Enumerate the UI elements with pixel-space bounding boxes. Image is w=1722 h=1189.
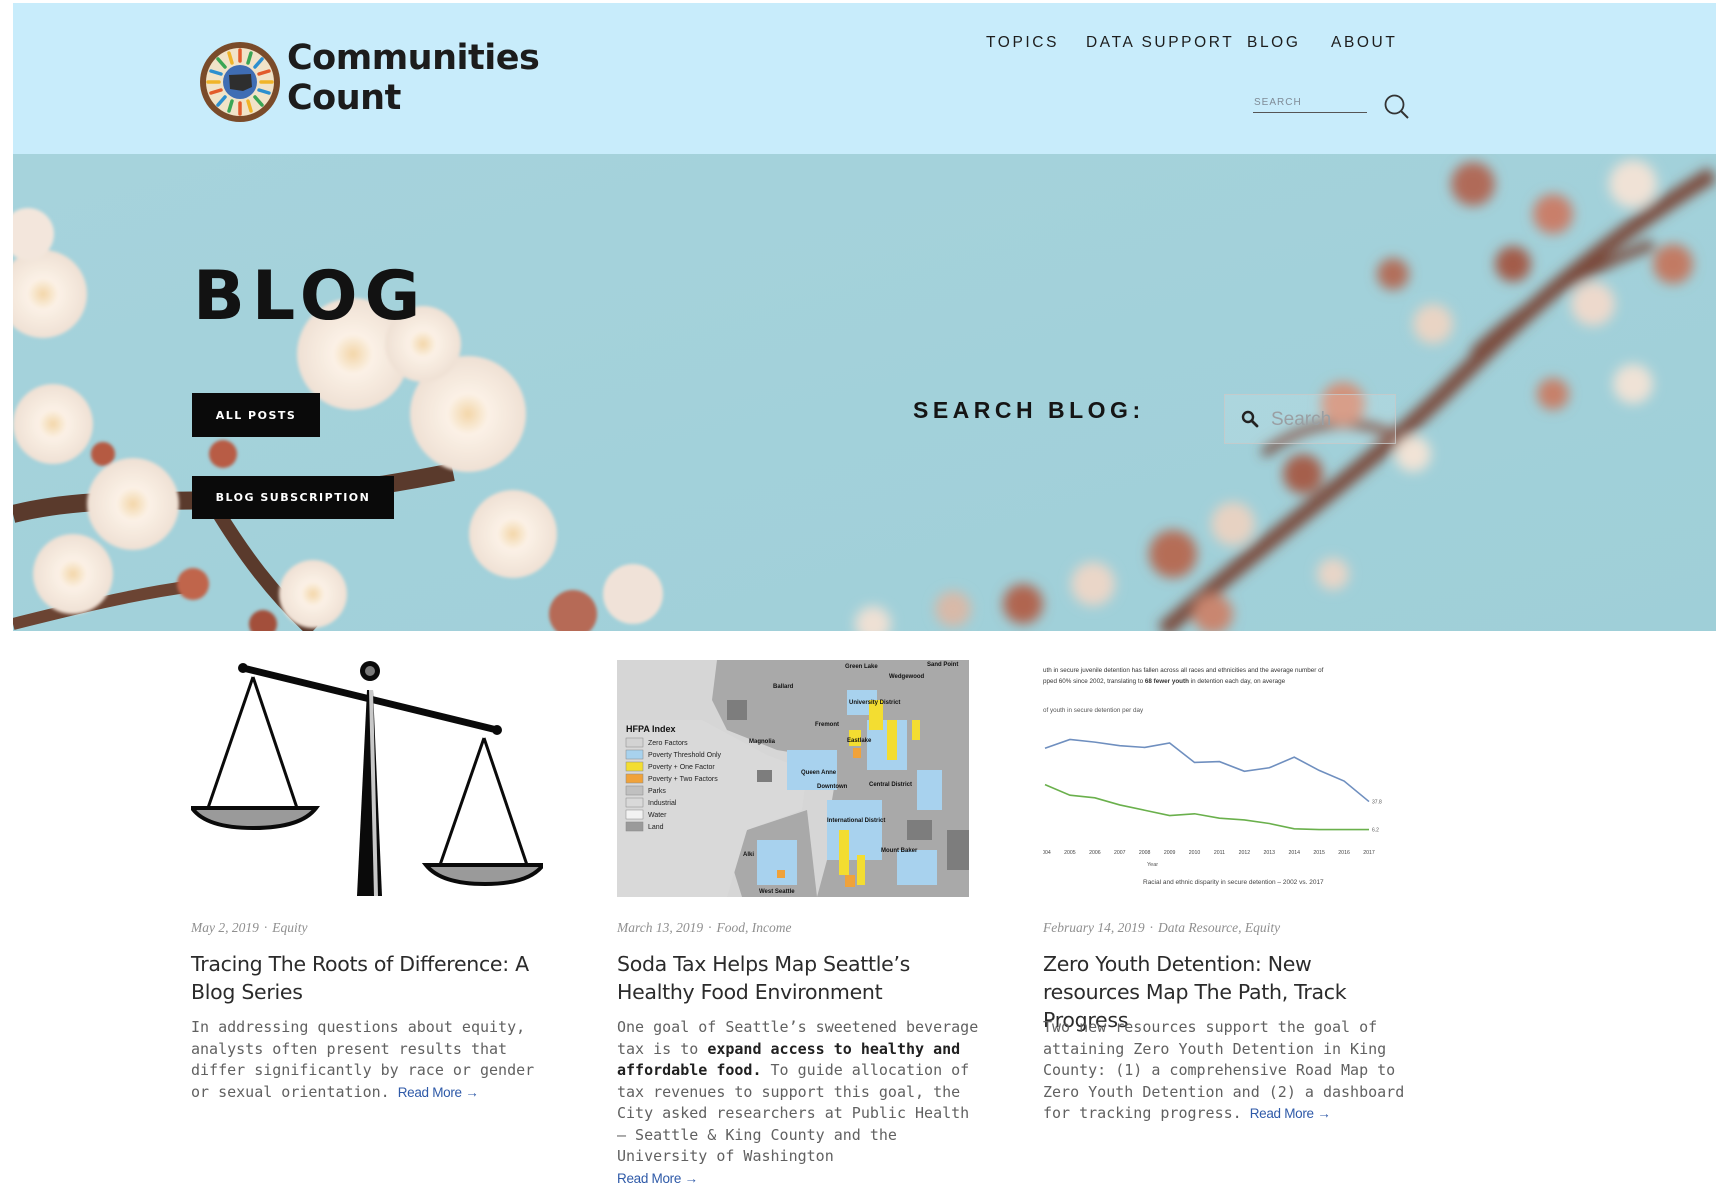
chart-caption-2: pped 60% since 2002, translating to 68 f… [1043, 678, 1286, 685]
seattle-food-map-image[interactable]: HFPA Index Zero Factors Poverty Threshol… [617, 660, 969, 897]
x-tick-label: 2006 [1089, 850, 1101, 856]
post-date: March 13, 2019 [617, 920, 704, 935]
logo-emblem-icon [200, 42, 280, 122]
post-title[interactable]: Soda Tax Helps Map Seattle’s Healthy Foo… [617, 950, 987, 1006]
post-categories[interactable]: Equity [272, 920, 307, 935]
nav-topics[interactable]: TOPICS [986, 34, 1059, 52]
post-meta: February 14, 2019 · Data Resource, Equity [1043, 920, 1280, 936]
header-search-input[interactable] [1253, 92, 1367, 113]
post-meta: May 2, 2019 · Equity [191, 920, 308, 936]
map-place-label: Green Lake [845, 664, 878, 670]
map-place-label: International District [827, 818, 885, 824]
map-place-label: Alki [743, 852, 754, 858]
x-tick-label: 2012 [1239, 850, 1251, 856]
magnifier-icon [1241, 410, 1259, 428]
legend-item: Parks [648, 788, 666, 795]
x-tick-label: 2007 [1114, 850, 1126, 856]
post-meta: March 13, 2019 · Food, Income [617, 920, 791, 936]
x-tick-label: 2005 [1064, 850, 1076, 856]
x-tick-label: 2014 [1288, 850, 1300, 856]
header-search [1253, 90, 1410, 122]
logo-line-2: Count [287, 78, 401, 118]
site-logo[interactable]: Communities Count [199, 38, 540, 128]
map-place-label: Downtown [817, 784, 848, 790]
legend-item: Zero Factors [648, 740, 688, 747]
legend-item: Poverty Threshold Only [648, 752, 722, 759]
blog-search-input[interactable] [1269, 405, 1393, 435]
chart-caption-1: uth in secure juvenile detention has fal… [1043, 667, 1324, 674]
x-tick-label: 2009 [1164, 850, 1176, 856]
hero-banner: BLOG ALL POSTS BLOG SUBSCRIPTION SEARCH … [13, 154, 1716, 631]
map-place-label: Fremont [815, 722, 839, 728]
read-more-link[interactable]: Read More → [398, 1085, 479, 1100]
post-date: February 14, 2019 [1043, 920, 1145, 935]
map-place-label: Wedgewood [889, 674, 925, 680]
map-place-label: Queen Anne [801, 770, 837, 776]
caption-part: in detention each day, on average [1189, 678, 1286, 685]
x-tick-label: 2015 [1313, 850, 1325, 856]
map-place-label: Eastlake [847, 738, 872, 744]
search-icon[interactable] [1383, 93, 1411, 121]
meta-separator: · [708, 920, 712, 935]
excerpt-text: In addressing questions about equity, an… [191, 1018, 535, 1101]
legend-item: Poverty + Two Factors [648, 776, 718, 783]
post-title[interactable]: Tracing The Roots of Difference: A Blog … [191, 950, 561, 1006]
map-place-label: West Seattle [759, 889, 795, 895]
read-more-link[interactable]: Read More → [617, 1171, 698, 1186]
meta-separator: · [263, 920, 268, 935]
x-tick-label: 2008 [1139, 850, 1151, 856]
meta-separator: · [1149, 920, 1153, 935]
x-tick-label: 2016 [1338, 850, 1350, 856]
post-excerpt: Two new resources support the goal of at… [1043, 1017, 1413, 1125]
series-end-label: 37.8 [1372, 800, 1382, 806]
logo-line-1: Communities [287, 38, 540, 78]
excerpt-text: Two new resources support the goal of at… [1043, 1018, 1405, 1122]
x-tick-label: 2017 [1363, 850, 1375, 856]
map-place-label: Central District [869, 782, 912, 788]
x-tick-label: 2010 [1189, 850, 1201, 856]
map-place-label: University District [849, 700, 900, 706]
legend-item: Land [648, 824, 664, 831]
legend-item: Poverty + One Factor [648, 764, 715, 771]
map-place-label: Magnolia [749, 739, 776, 745]
map-place-label: Mount Baker [881, 848, 918, 854]
caption-bold: 68 fewer youth [1145, 678, 1189, 685]
youth-detention-chart[interactable]: uth in secure juvenile detention has fal… [1043, 660, 1395, 897]
post-date: May 2, 2019 [191, 920, 259, 935]
chart-footer: Racial and ethnic disparity in secure de… [1143, 879, 1324, 886]
map-legend-title: HFPA Index [626, 724, 676, 734]
blog-search-box [1224, 394, 1396, 444]
nav-about[interactable]: ABOUT [1331, 34, 1397, 52]
post-excerpt: In addressing questions about equity, an… [191, 1017, 561, 1103]
chart-xlabel: Year [1147, 862, 1158, 868]
post-categories[interactable]: Food, Income [717, 920, 792, 935]
chart-ylabel: of youth in secure detention per day [1043, 707, 1144, 714]
scales-of-justice-image[interactable] [191, 660, 543, 897]
caption-part: pped 60% since 2002, translating to [1043, 678, 1145, 685]
search-blog-label: SEARCH BLOG: [913, 397, 1145, 423]
post-categories[interactable]: Data Resource, Equity [1158, 920, 1280, 935]
map-place-label: Ballard [773, 684, 794, 690]
read-more-link[interactable]: Read More → [1250, 1106, 1331, 1121]
x-tick-label: 2013 [1264, 850, 1276, 856]
page-title: BLOG [193, 257, 428, 336]
nav-blog[interactable]: BLOG [1247, 34, 1300, 52]
post-excerpt: One goal of Seattle’s sweetened beverage… [617, 1017, 987, 1189]
site-header: Communities Count TOPICS DATA SUPPORT BL… [13, 3, 1716, 154]
blog-subscription-button[interactable]: BLOG SUBSCRIPTION [192, 476, 394, 519]
nav-data-support[interactable]: DATA SUPPORT [1086, 34, 1234, 52]
logo-wordmark: Communities Count [287, 38, 540, 118]
legend-item: Water [648, 812, 667, 819]
series-end-label: 6.2 [1372, 828, 1379, 834]
map-place-label: Sand Point [927, 662, 958, 668]
x-tick-label: 2011 [1214, 850, 1225, 856]
legend-item: Industrial [648, 800, 677, 807]
x-tick-label: 2004 [1043, 850, 1051, 856]
all-posts-button[interactable]: ALL POSTS [192, 393, 320, 437]
